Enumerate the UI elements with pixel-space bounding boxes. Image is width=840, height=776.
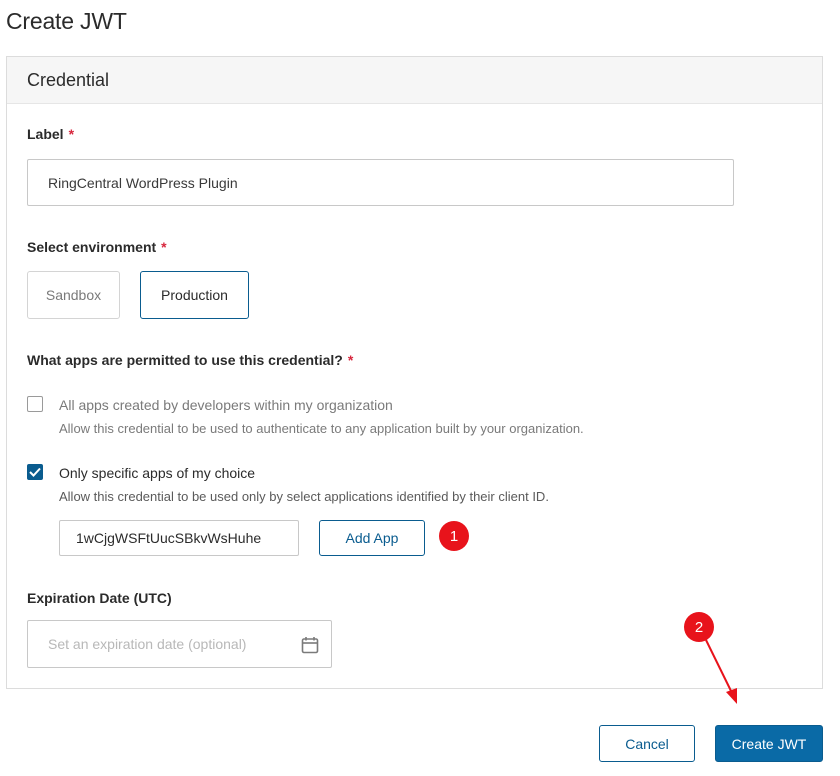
annotation-arrow — [705, 639, 737, 704]
create-jwt-button[interactable]: Create JWT — [715, 725, 823, 762]
cancel-button-label: Cancel — [625, 735, 669, 752]
create-jwt-button-label: Create JWT — [731, 735, 807, 752]
cancel-button[interactable]: Cancel — [599, 725, 695, 762]
